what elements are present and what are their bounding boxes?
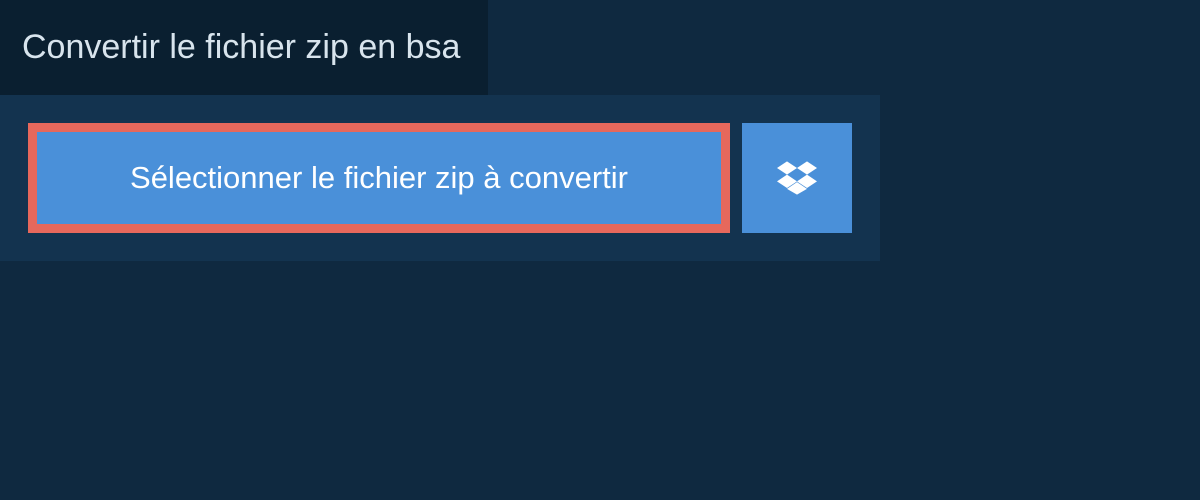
select-file-label: Sélectionner le fichier zip à convertir <box>130 160 628 196</box>
dropbox-button[interactable] <box>742 123 852 233</box>
dropbox-icon <box>777 158 817 198</box>
select-file-button[interactable]: Sélectionner le fichier zip à convertir <box>28 123 730 233</box>
page-title-text: Convertir le fichier zip en bsa <box>22 28 460 66</box>
button-row: Sélectionner le fichier zip à convertir <box>28 123 852 233</box>
page-title: Convertir le fichier zip en bsa <box>0 0 488 95</box>
upload-panel: Sélectionner le fichier zip à convertir <box>0 95 880 261</box>
